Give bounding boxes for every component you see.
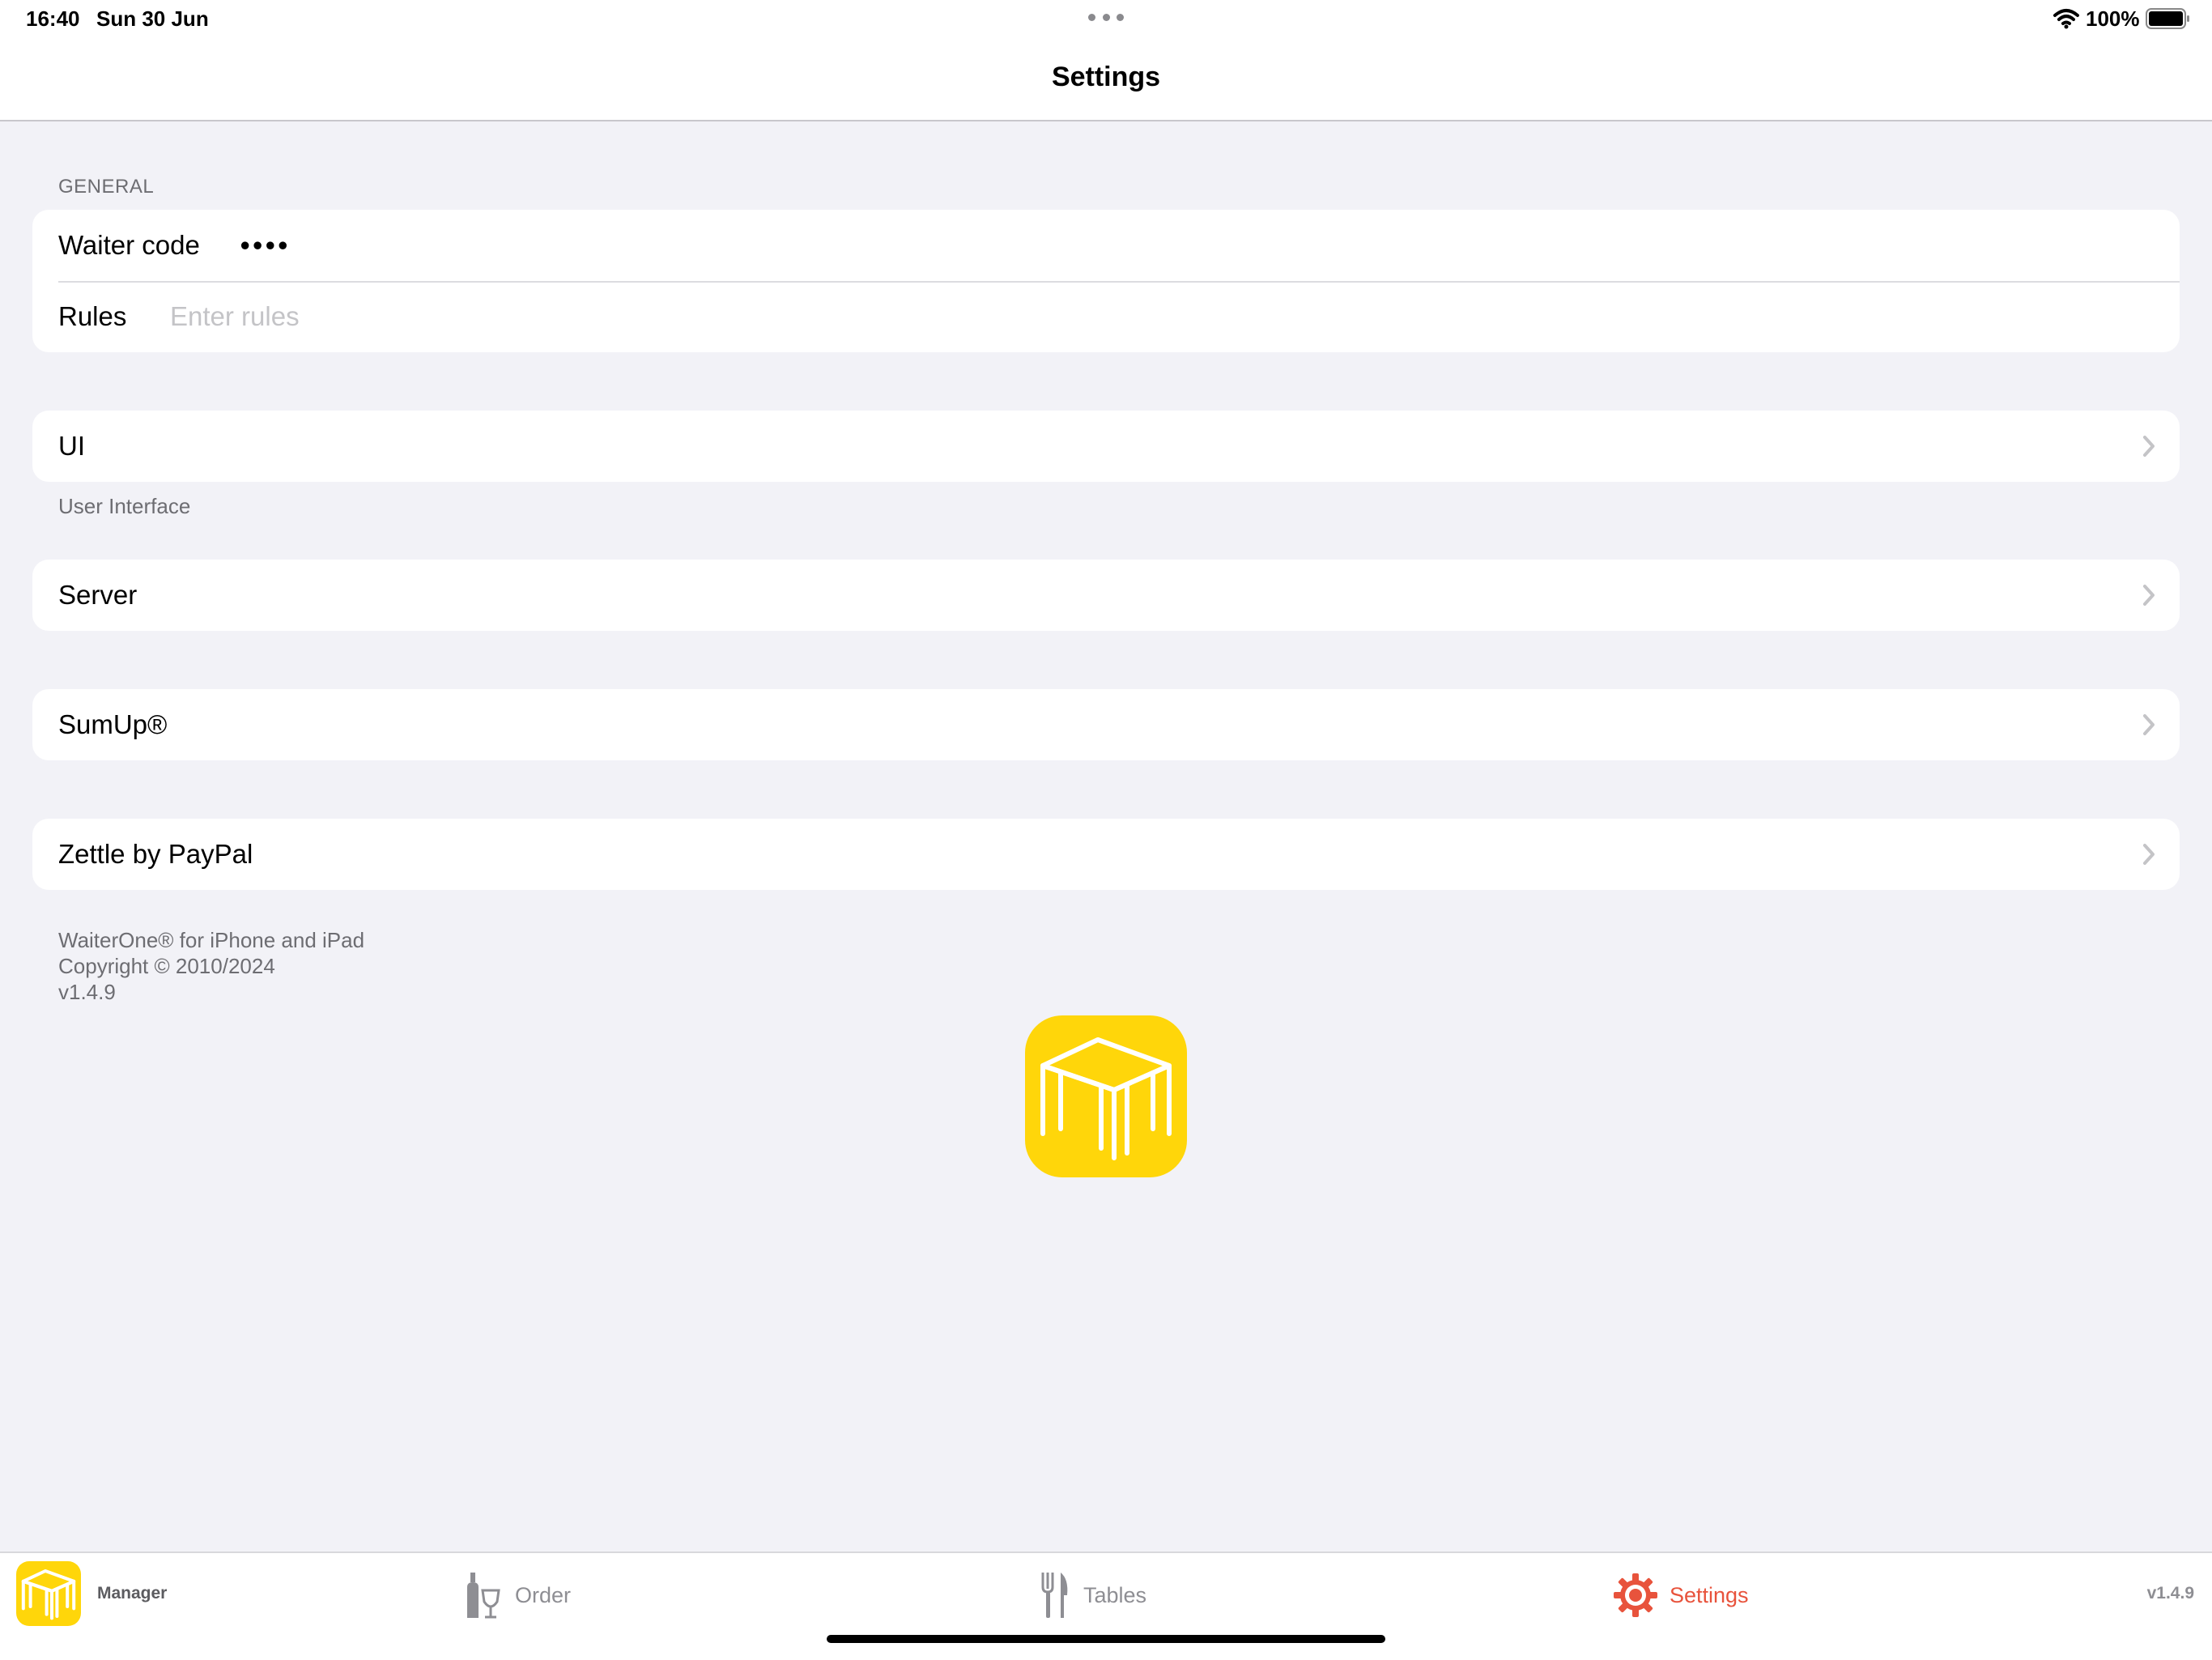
ui-group: UI	[32, 411, 2180, 482]
chevron-right-icon	[2143, 585, 2155, 606]
about-app-name: WaiterOne® for iPhone and iPad	[58, 928, 365, 952]
tab-order-label: Order	[515, 1582, 572, 1607]
waiter-code-field[interactable]: ••••	[240, 230, 291, 261]
status-date: Sun 30 Jun	[96, 6, 209, 31]
battery-icon	[2146, 8, 2189, 29]
chevron-right-icon	[2143, 436, 2155, 457]
sumup-label: SumUp®	[58, 709, 168, 739]
table-logo-icon	[1040, 1037, 1172, 1160]
waiter-code-row[interactable]: Waiter code ••••	[32, 210, 2180, 281]
multitasking-dots-icon[interactable]	[1088, 14, 1124, 22]
waiter-code-label: Waiter code	[58, 230, 200, 260]
ui-label: UI	[58, 431, 85, 461]
tab-tables[interactable]: Tables	[1040, 1569, 1146, 1621]
tab-tables-label: Tables	[1083, 1582, 1147, 1607]
table-logo-icon	[21, 1569, 76, 1620]
navigation-bar: Settings	[0, 39, 2212, 121]
wifi-icon	[2053, 9, 2079, 29]
general-group: Waiter code •••• Rules	[32, 210, 2180, 352]
tab-settings[interactable]: Settings	[1613, 1569, 1749, 1621]
page-title: Settings	[1051, 62, 1161, 92]
home-indicator[interactable]	[827, 1635, 1385, 1643]
rules-row[interactable]: Rules	[32, 281, 2180, 352]
sumup-group: SumUp®	[32, 689, 2180, 760]
sumup-row[interactable]: SumUp®	[32, 689, 2180, 760]
app-logo	[1025, 1015, 1187, 1177]
tab-order[interactable]: Order	[463, 1569, 571, 1621]
manager-logo[interactable]	[16, 1561, 81, 1626]
fork-knife-icon	[1041, 1573, 1068, 1618]
status-bar: 16:40 Sun 30 Jun 100%	[0, 0, 2212, 39]
server-group: Server	[32, 560, 2180, 631]
version-label: v1.4.9	[2146, 1584, 2194, 1603]
zettle-label: Zettle by PayPal	[58, 839, 253, 869]
ui-section-footer: User Interface	[58, 494, 191, 518]
zettle-group: Zettle by PayPal	[32, 819, 2180, 890]
ui-row[interactable]: UI	[32, 411, 2180, 482]
tab-settings-label: Settings	[1670, 1582, 1749, 1607]
chevron-right-icon	[2143, 844, 2155, 865]
gear-icon	[1614, 1573, 1657, 1617]
section-header-general: GENERAL	[58, 176, 155, 198]
zettle-row[interactable]: Zettle by PayPal	[32, 819, 2180, 890]
rules-input[interactable]	[170, 281, 2113, 352]
rules-label: Rules	[58, 301, 127, 331]
tab-bar: Manager Order Tables Settings v1.4.9	[0, 1551, 2212, 1660]
about-version: v1.4.9	[58, 980, 116, 1004]
status-time: 16:40	[26, 6, 80, 31]
battery-percent: 100%	[2086, 6, 2140, 31]
bottle-glass-icon	[467, 1573, 500, 1619]
about-footer: WaiterOne® for iPhone and iPad Copyright…	[58, 927, 364, 1005]
server-label: Server	[58, 580, 138, 610]
server-row[interactable]: Server	[32, 560, 2180, 631]
about-copyright: Copyright © 2010/2024	[58, 954, 275, 978]
chevron-right-icon	[2143, 714, 2155, 735]
manager-label[interactable]: Manager	[97, 1584, 167, 1603]
